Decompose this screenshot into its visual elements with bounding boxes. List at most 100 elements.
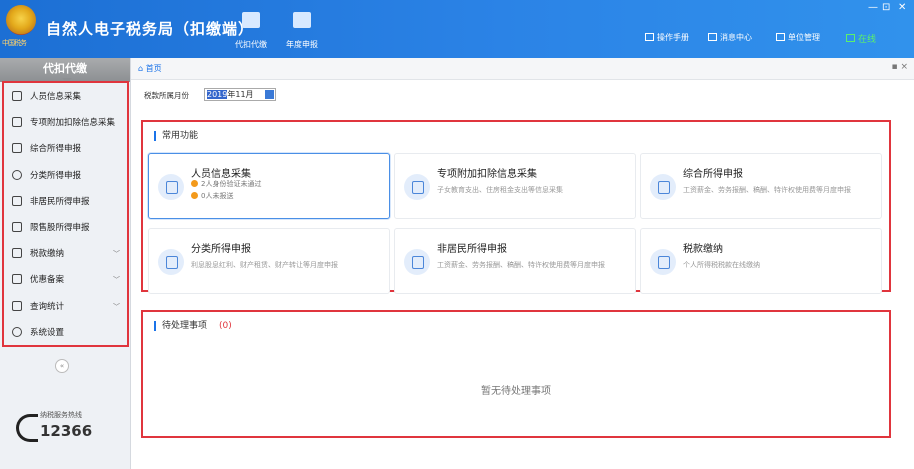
- card-warning-text: 0人未报送: [201, 192, 234, 200]
- sidebar-item-label: 系统设置: [30, 327, 65, 338]
- card-desc: 个人所得税税款在线缴纳: [683, 261, 760, 269]
- card-comprehensive-income[interactable]: 综合所得申报 工资薪金、劳务报酬、稿酬、特许权使用费等月度申报: [640, 153, 882, 219]
- period-bar: 税款所属月份 2019年11月: [136, 84, 906, 106]
- deduction-doc-icon: [404, 174, 430, 200]
- warning-icon: [191, 192, 198, 199]
- card-title: 综合所得申报: [683, 169, 743, 180]
- sidebar-item-label: 优惠备案: [30, 275, 65, 286]
- bar-icon: [12, 222, 22, 233]
- gear-icon: [12, 326, 22, 337]
- edit-icon: [404, 249, 430, 275]
- minimize-button[interactable]: —: [868, 2, 878, 13]
- report-doc-icon: [650, 174, 676, 200]
- sidebar-item-special-deduction[interactable]: 专项附加扣除信息采集: [4, 109, 127, 135]
- message-center-link[interactable]: 消息中心: [708, 32, 752, 43]
- manual-link[interactable]: 操作手册: [645, 32, 689, 43]
- message-icon: [708, 33, 717, 41]
- online-label: 在线: [858, 35, 877, 45]
- sidebar-item-tax-payment[interactable]: 税款缴纳 ﹀: [4, 240, 127, 266]
- tab-home[interactable]: ⌂ 首页: [138, 63, 162, 74]
- annual-report-tool-button[interactable]: 年度申报: [280, 12, 324, 51]
- person-icon: [12, 91, 22, 102]
- sidebar-item-label: 人员信息采集: [30, 92, 82, 103]
- sidebar-title: 代扣代缴: [0, 58, 130, 83]
- message-center-label: 消息中心: [720, 33, 752, 42]
- period-year: 2019: [207, 90, 228, 99]
- calendar-dropdown-icon[interactable]: [265, 90, 274, 99]
- card-icon: [12, 248, 22, 259]
- pie-icon: [12, 169, 22, 180]
- sidebar-menu: 人员信息采集 专项附加扣除信息采集 综合所得申报 分类所得申报 非居民所得申报 …: [2, 81, 129, 347]
- sidebar-item-label: 限售股所得申报: [30, 223, 90, 234]
- app-header: 中国税务 自然人电子税务局（扣缴端） 代扣代缴 年度申报 操作手册 消息中心 单…: [0, 0, 914, 58]
- sidebar-item-person-info[interactable]: 人员信息采集: [4, 83, 127, 109]
- card-person-info[interactable]: 人员信息采集 2人身份验证未通过 0人未报送: [148, 153, 390, 219]
- company-icon: [776, 33, 785, 41]
- card-special-deduction[interactable]: 专项附加扣除信息采集 子女教育支出、住房租金支出等信息采集: [394, 153, 636, 219]
- chevron-down-icon: ﹀: [113, 250, 120, 259]
- monitor-icon: [846, 34, 855, 42]
- card-classified-income[interactable]: 分类所得申报 利息股息红利、财产租赁、财产转让等月度申报: [148, 228, 390, 294]
- common-functions-panel: 常用功能 人员信息采集 2人身份验证未通过 0人未报送 专项附加扣除信息采集 子…: [141, 120, 891, 294]
- period-select[interactable]: 2019年11月: [204, 88, 276, 101]
- sidebar-item-label: 非居民所得申报: [30, 196, 90, 207]
- phone-icon: [16, 414, 38, 442]
- card-title: 非居民所得申报: [437, 244, 507, 255]
- withhold-tool-label: 代扣代缴: [235, 40, 267, 49]
- sidebar-item-classified-income[interactable]: 分类所得申报: [4, 162, 127, 188]
- tab-home-label: 首页: [145, 64, 162, 73]
- doc-icon: [12, 274, 22, 285]
- withhold-tool-button[interactable]: 代扣代缴: [229, 12, 273, 51]
- chevron-down-icon: ﹀: [113, 302, 120, 311]
- period-label: 税款所属月份: [144, 91, 189, 100]
- close-button[interactable]: ✕: [898, 2, 906, 13]
- tax-emblem-icon: [6, 5, 36, 35]
- empty-state-text: 暂无待处理事项: [481, 386, 551, 397]
- manual-icon: [645, 33, 654, 41]
- manual-label: 操作手册: [657, 33, 689, 42]
- sidebar-item-label: 税款缴纳: [30, 249, 65, 260]
- card-title: 专项附加扣除信息采集: [437, 169, 537, 180]
- card-warning: 0人未报送: [191, 191, 233, 201]
- sidebar-item-label: 专项附加扣除信息采集: [30, 118, 116, 129]
- card-warning-text: 2人身份验证未通过: [201, 180, 262, 188]
- collapse-sidebar-button[interactable]: «: [55, 359, 69, 373]
- sidebar-item-nonresident-income[interactable]: 非居民所得申报: [4, 188, 127, 214]
- card-title: 税款缴纳: [683, 244, 723, 255]
- annual-report-tool-label: 年度申报: [286, 40, 318, 49]
- sidebar-item-query-stats[interactable]: 查询统计 ﹀: [4, 293, 127, 319]
- card-nonresident-income[interactable]: 非居民所得申报 工资薪金、劳务报酬、稿酬、特许权使用费等月度申报: [394, 228, 636, 294]
- online-status[interactable]: 在线: [846, 32, 876, 45]
- layers-icon: [12, 143, 22, 154]
- company-manage-link[interactable]: 单位管理: [776, 32, 820, 43]
- card-desc: 工资薪金、劳务报酬、稿酬、特许权使用费等月度申报: [683, 186, 851, 194]
- card-desc: 子女教育支出、住房租金支出等信息采集: [437, 186, 563, 194]
- annual-report-icon: [293, 12, 311, 28]
- sidebar-item-preferential-filing[interactable]: 优惠备案 ﹀: [4, 266, 127, 292]
- hotline-number: 12366: [40, 422, 93, 440]
- person-outline-icon: [12, 195, 22, 206]
- sidebar-item-system-settings[interactable]: 系统设置: [4, 319, 127, 345]
- tab-controls[interactable]: ▪ ×: [891, 62, 908, 72]
- sidebar-item-restricted-stock[interactable]: 限售股所得申报: [4, 214, 127, 240]
- maximize-button[interactable]: ⊡: [882, 2, 890, 13]
- sidebar-item-label: 分类所得申报: [30, 170, 82, 181]
- card-tax-payment[interactable]: 税款缴纳 个人所得税税款在线缴纳: [640, 228, 882, 294]
- grid-list-icon: [12, 117, 22, 128]
- card-title: 分类所得申报: [191, 244, 251, 255]
- edit-icon: [158, 249, 184, 275]
- id-card-icon: [158, 174, 184, 200]
- payment-icon: [650, 249, 676, 275]
- sidebar-item-label: 查询统计: [30, 301, 65, 312]
- pending-title-text: 待处理事项: [162, 321, 208, 331]
- sidebar-item-comprehensive-income[interactable]: 综合所得申报: [4, 135, 127, 161]
- pending-title: 待处理事项 (0): [154, 321, 232, 331]
- chevron-down-icon: ﹀: [113, 276, 120, 285]
- pending-count: (0): [219, 321, 232, 331]
- tab-bar: ⌂ 首页 ▪ ×: [131, 58, 914, 80]
- search-list-icon: [12, 300, 22, 311]
- sidebar: 代扣代缴 人员信息采集 专项附加扣除信息采集 综合所得申报 分类所得申报 非居民…: [0, 58, 131, 469]
- common-functions-title: 常用功能: [154, 131, 198, 141]
- app-window: 中国税务 自然人电子税务局（扣缴端） 代扣代缴 年度申报 操作手册 消息中心 单…: [0, 0, 914, 469]
- card-desc: 工资薪金、劳务报酬、稿酬、特许权使用费等月度申报: [437, 261, 605, 269]
